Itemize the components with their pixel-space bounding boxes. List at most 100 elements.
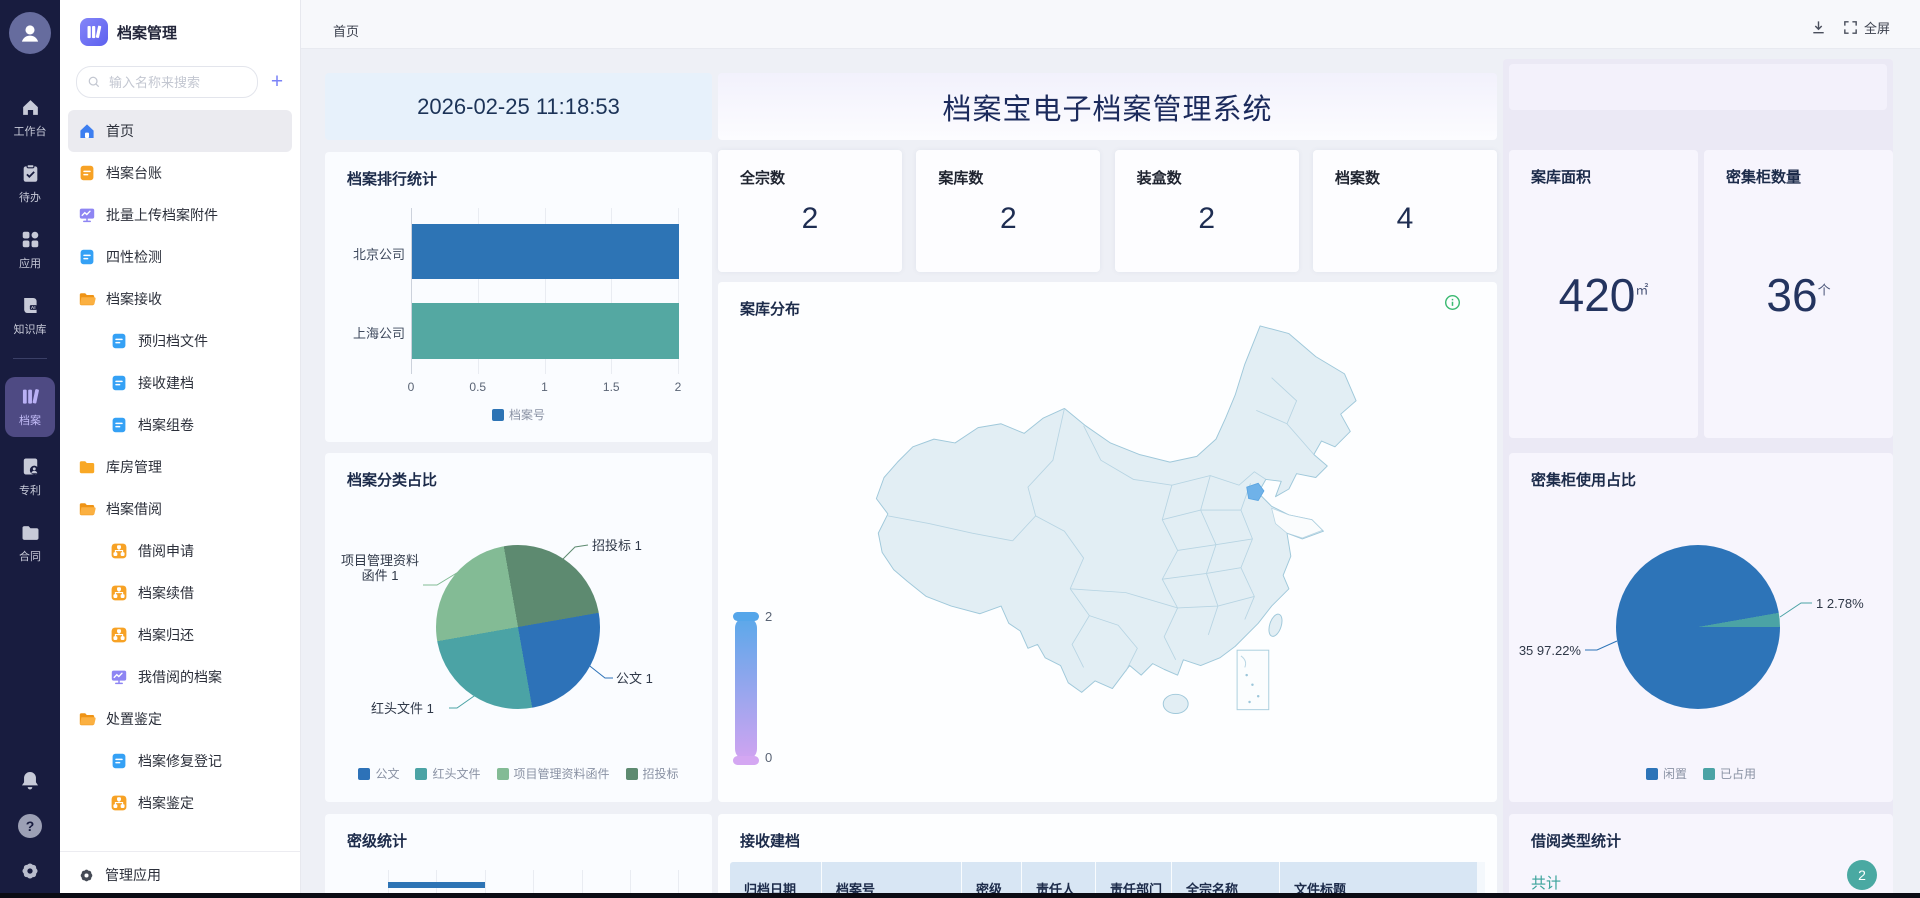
app-logo: 档案管理: [60, 0, 300, 46]
legend-item[interactable]: 项目管理资料函件: [496, 765, 610, 782]
stat-value: 2: [1198, 202, 1215, 235]
gear-icon[interactable]: [19, 860, 41, 882]
right-header-card: [1509, 64, 1887, 110]
rail-item-label: 应用: [19, 258, 41, 270]
legend-swatch: [496, 767, 509, 780]
bar[interactable]: [412, 224, 679, 279]
x-tick-label: 1: [541, 380, 548, 394]
rail-item-todo[interactable]: 待办: [5, 158, 55, 210]
sidebar-item-label: 档案台账: [106, 165, 162, 181]
fullscreen-button[interactable]: 全屏: [1842, 18, 1890, 37]
pie-callout: 35 97.22%: [1518, 643, 1581, 658]
secret-level-chart[interactable]: [325, 814, 712, 898]
stat-value: 2: [801, 202, 819, 235]
cabinet-usage-pie[interactable]: [1616, 545, 1780, 709]
home-blue-icon: [78, 122, 96, 140]
doc-blue-icon: [110, 374, 128, 392]
contract-icon: [20, 522, 41, 543]
sidebar-item[interactable]: 档案修复登记: [68, 740, 292, 782]
sidebar-item[interactable]: 借阅申请: [68, 530, 292, 572]
sidebar-item-label: 档案借阅: [106, 501, 162, 517]
rail-item-apps[interactable]: 应用: [5, 224, 55, 276]
books-icon: [20, 386, 41, 407]
sidebar-item[interactable]: 首页: [68, 110, 292, 152]
datetime-card: 2026-02-25 11:18:53: [325, 73, 712, 140]
bell-icon[interactable]: [19, 770, 41, 792]
download-icon[interactable]: [1810, 19, 1827, 36]
doc-blue-icon: [110, 416, 128, 434]
rail-item-home[interactable]: 工作台: [5, 92, 55, 144]
rank-chart-panel: 档案排行统计 0 0.5 1 1.5 2 北京公司 上海公司 档案号: [325, 152, 712, 442]
rail-item-kb[interactable]: AI 知识库: [5, 290, 55, 342]
sidebar-item[interactable]: 档案归还: [68, 614, 292, 656]
rail-item-label: 合同: [19, 551, 41, 563]
classification-pie[interactable]: [436, 545, 600, 709]
add-button[interactable]: +: [266, 71, 288, 92]
legend-item[interactable]: 闲置: [1645, 765, 1687, 782]
legend-item[interactable]: 档案号: [491, 406, 545, 423]
legend-item[interactable]: 已占用: [1703, 765, 1756, 782]
sidebar-item[interactable]: 四性检测: [68, 236, 292, 278]
sidebar-item[interactable]: 档案台账: [68, 152, 292, 194]
sidebar-item-label: 档案归还: [138, 627, 194, 643]
stat-label: 装盒数: [1136, 170, 1182, 187]
rail-item-patent[interactable]: 专利: [5, 451, 55, 503]
sidebar-item[interactable]: 档案鉴定: [68, 782, 292, 824]
org-orange-icon: [110, 794, 128, 812]
sidebar-item-manage-app[interactable]: 管理应用: [60, 851, 300, 898]
kpi-unit: ㎡: [1635, 282, 1649, 298]
rail-item-label: 待办: [19, 192, 41, 204]
sidebar-item[interactable]: 接收建档: [68, 362, 292, 404]
sidebar-item[interactable]: 我借阅的档案: [68, 656, 292, 698]
sidebar-item[interactable]: 档案借阅: [68, 488, 292, 530]
sidebar-item-label: 预归档文件: [138, 333, 208, 349]
sidebar-item[interactable]: 预归档文件: [68, 320, 292, 362]
sidebar-item[interactable]: 档案组卷: [68, 404, 292, 446]
sidebar-search[interactable]: [76, 66, 258, 98]
china-map[interactable]: [838, 318, 1452, 755]
receive-table-panel: 接收建档 归档日期 档案号 密级 责任人 责任部门 全宗名称 文件标题: [718, 814, 1497, 898]
folder-open-icon: [78, 500, 96, 518]
current-datetime: 2026-02-25 11:18:53: [417, 93, 620, 119]
stat-value: 2: [999, 202, 1017, 235]
rail-item-contract[interactable]: 合同: [5, 517, 55, 569]
sidebar-item[interactable]: 处置鉴定: [68, 698, 292, 740]
legend-item[interactable]: 公文: [358, 765, 399, 782]
tab-home[interactable]: 首页: [333, 0, 359, 54]
sidebar-item-label: 四性检测: [106, 249, 162, 265]
borrow-total-label: 共计: [1531, 875, 1562, 892]
rail-nav: 工作台待办应用 AI 知识库档案专利合同: [0, 92, 60, 569]
info-icon[interactable]: [1444, 294, 1461, 311]
legend-label: 招投标: [642, 767, 679, 781]
kpi-card: 案库面积 420㎡: [1509, 150, 1698, 438]
search-input[interactable]: [107, 73, 247, 91]
rank-bar-chart[interactable]: 0 0.5 1 1.5 2 北京公司 上海公司: [325, 152, 712, 442]
sidebar-item[interactable]: 档案续借: [68, 572, 292, 614]
sidebar-item[interactable]: 批量上传档案附件: [68, 194, 292, 236]
system-title: 档案宝电子档案管理系统: [942, 93, 1273, 126]
bar[interactable]: [388, 882, 485, 888]
todo-icon: [20, 163, 41, 184]
help-icon[interactable]: ?: [18, 814, 42, 838]
map-color-scale[interactable]: [733, 612, 759, 765]
legend-label: 已占用: [1720, 767, 1757, 781]
rail-item-label: 工作台: [13, 126, 47, 138]
legend-label: 红头文件: [432, 767, 481, 781]
pie-callout: 公文 1: [616, 671, 653, 686]
sidebar-item-label: 档案鉴定: [138, 795, 194, 811]
y-axis-label: 上海公司: [352, 326, 405, 341]
archive-dashboard: 工作台待办应用 AI 知识库档案专利合同 ? 档案管理 + 首页档案台账批量上传档案…: [0, 0, 1920, 898]
bar[interactable]: [412, 303, 679, 359]
panel-title: 档案分类占比: [347, 472, 438, 489]
kpi-value: 420㎡: [1558, 269, 1649, 321]
scale-max-label: 2: [765, 609, 773, 624]
rail-item-books[interactable]: 档案: [5, 377, 55, 437]
legend-item[interactable]: 招投标: [625, 765, 679, 782]
sidebar-footer-label: 管理应用: [105, 867, 161, 883]
user-avatar[interactable]: [9, 12, 51, 54]
pie-callout: 招投标 1: [592, 538, 642, 553]
monitor-purple-icon: [78, 206, 96, 224]
sidebar-item[interactable]: 库房管理: [68, 446, 292, 488]
legend-item[interactable]: 红头文件: [415, 765, 481, 782]
sidebar-item[interactable]: 档案接收: [68, 278, 292, 320]
